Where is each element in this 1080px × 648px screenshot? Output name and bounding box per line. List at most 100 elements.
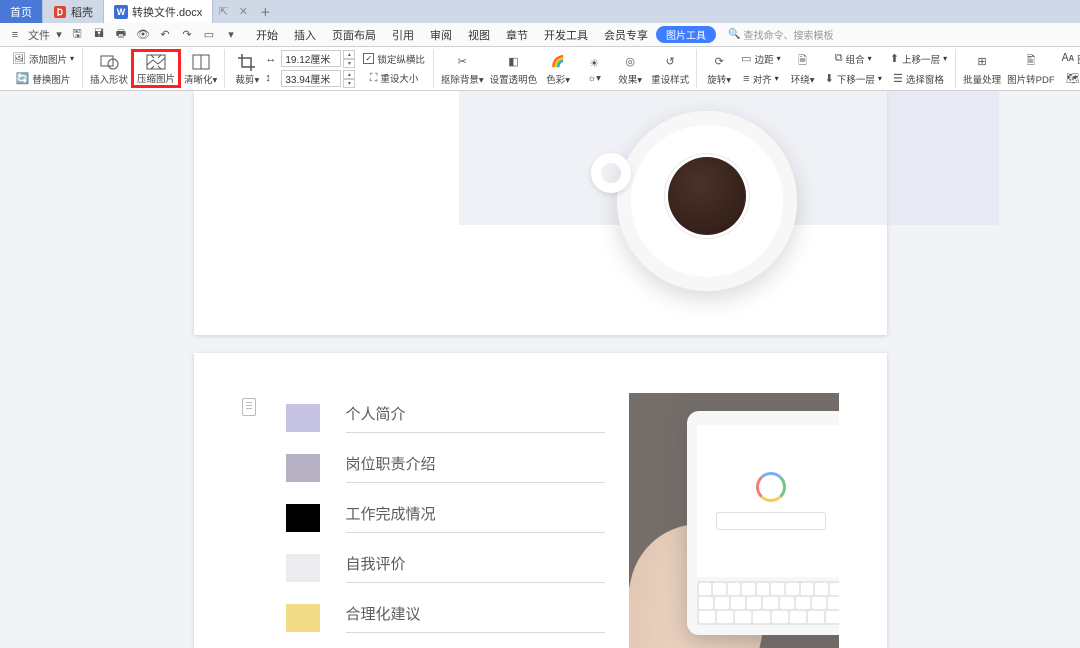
- menu-layout[interactable]: 页面布局: [324, 23, 384, 47]
- remove-bg-label: 抠除背景▾: [441, 72, 484, 86]
- pin-icon[interactable]: ⇱: [213, 0, 233, 23]
- rotate-button[interactable]: ⟳旋转▾: [701, 49, 737, 88]
- menu-insert[interactable]: 插入: [286, 23, 324, 47]
- list-item: 岗位职责介绍: [286, 443, 605, 493]
- group-icon: ⧉: [835, 49, 843, 69]
- file-menu[interactable]: 文件: [28, 26, 50, 44]
- palette-icon: 🌈: [551, 52, 565, 72]
- insert-shape-button[interactable]: 插入形状: [87, 49, 131, 88]
- ribbon: 🖼添加图片▾ 🔄替换图片 插入形状 压缩图片 清晰化▾ 裁剪▾ ↔ 19.12厘…: [0, 47, 1080, 91]
- add-image-button[interactable]: 🖼添加图片▾: [8, 49, 78, 69]
- width-icon: ↔: [265, 53, 279, 65]
- height-spinner[interactable]: ▴▾: [343, 70, 355, 87]
- tablet-photo: [629, 393, 839, 648]
- qat-more-icon[interactable]: ▾: [222, 26, 240, 44]
- up-layer-label: 上移一层: [902, 52, 940, 66]
- width-input[interactable]: 19.12厘米: [281, 50, 341, 67]
- wrap-button[interactable]: 🗎环绕▾: [785, 49, 821, 88]
- print-icon[interactable]: 🖶: [112, 26, 130, 44]
- close-tab-icon[interactable]: ✕: [233, 0, 253, 23]
- menu-section[interactable]: 章节: [498, 23, 536, 47]
- list-item: 2022 年工作计划: [286, 643, 605, 648]
- effect-button[interactable]: ◎效果▾: [612, 49, 648, 88]
- sharpen-button[interactable]: 清晰化▾: [181, 49, 220, 88]
- checkbox-checked-icon: ✓: [363, 53, 374, 64]
- compress-image-button[interactable]: 压缩图片: [131, 49, 181, 88]
- doke-icon: [53, 5, 67, 19]
- up-layer-button[interactable]: ⬆上移一层▾: [886, 49, 951, 69]
- doc-icon[interactable]: ▭: [200, 26, 218, 44]
- select-pane-icon: ☰: [893, 69, 903, 89]
- quick-access-toolbar: ≡ 文件 ▾ 🖫 🖬 🖶 👁 ↶ ↷ ▭ ▾: [6, 26, 240, 44]
- remove-bg-icon: ✂: [458, 52, 467, 72]
- shape-icon: [99, 52, 119, 72]
- menu-dev[interactable]: 开发工具: [536, 23, 596, 47]
- chevron-down-icon[interactable]: ▾: [54, 26, 64, 44]
- swatch: [286, 404, 320, 432]
- tab-document[interactable]: W 转换文件.docx: [104, 0, 213, 23]
- menu-member[interactable]: 会员专享: [596, 23, 656, 47]
- page-2: 个人简介 岗位职责介绍 工作完成情况 自我评价 合理化建议 2022 年工作计划: [194, 353, 887, 648]
- lock-ratio-label: 锁定纵横比: [377, 52, 425, 66]
- border-label: 边距: [755, 52, 774, 66]
- remove-bg-button[interactable]: ✂抠除背景▾: [438, 49, 487, 88]
- translate-icon: 🗺: [1066, 69, 1080, 89]
- width-spinner[interactable]: ▴▾: [343, 50, 355, 67]
- add-image-label: 添加图片: [29, 52, 67, 66]
- print-preview-icon[interactable]: 👁: [134, 26, 152, 44]
- reset-style-label: 重设样式: [651, 72, 689, 86]
- search-placeholder: 查找命令、搜索模板: [743, 27, 833, 42]
- lock-ratio-checkbox[interactable]: ✓锁定纵横比: [359, 49, 429, 68]
- menu-review[interactable]: 审阅: [422, 23, 460, 47]
- select-pane-label: 选择窗格: [906, 72, 944, 86]
- undo-icon[interactable]: ↶: [156, 26, 174, 44]
- sun-icon: ☀: [589, 53, 599, 73]
- sharpen-label: 清晰化▾: [184, 72, 217, 86]
- brightness-button[interactable]: ☀☼▾: [576, 49, 612, 88]
- effect-label: 效果▾: [618, 72, 642, 86]
- align-button[interactable]: ≡对齐▾: [737, 69, 784, 89]
- command-search[interactable]: 🔍 查找命令、搜索模板: [728, 27, 833, 42]
- up-layer-icon: ⬆: [890, 49, 899, 69]
- group-button[interactable]: ⧉组合▾: [821, 49, 886, 69]
- section-title: 个人简介: [346, 403, 605, 433]
- batch-button[interactable]: ⊞批量处理: [960, 49, 1004, 88]
- save-icon[interactable]: 🖫: [68, 26, 86, 44]
- menu-start[interactable]: 开始: [248, 23, 286, 47]
- menu-view[interactable]: 视图: [460, 23, 498, 47]
- redo-icon[interactable]: ↷: [178, 26, 196, 44]
- app-menu-icon[interactable]: ≡: [6, 26, 24, 44]
- height-input[interactable]: 33.94厘米: [281, 70, 341, 87]
- down-layer-button[interactable]: ⬇下移一层▾: [821, 69, 886, 89]
- tab-doke[interactable]: 稻壳: [43, 0, 104, 23]
- reset-size-button[interactable]: ⛶重设大小: [359, 68, 429, 88]
- color-button[interactable]: 🌈色彩▾: [540, 49, 576, 88]
- border-icon: ▭: [741, 49, 751, 69]
- crop-button[interactable]: 裁剪▾: [229, 49, 265, 88]
- document-canvas[interactable]: 个人简介 岗位职责介绍 工作完成情况 自我评价 合理化建议 2022 年工作计划: [0, 91, 1080, 648]
- replace-image-button[interactable]: 🔄替换图片: [8, 69, 78, 89]
- compress-icon: [144, 52, 168, 71]
- translate-button[interactable]: 🗺图片翻译: [1058, 69, 1080, 89]
- ocr-icon: 🗛: [1062, 49, 1074, 69]
- set-transparent-button[interactable]: ◧设置透明色: [487, 49, 541, 88]
- svg-text:W: W: [117, 7, 126, 17]
- word-icon: W: [114, 5, 128, 19]
- select-pane-button[interactable]: ☰选择窗格: [886, 69, 951, 89]
- rotate-label: 旋转▾: [707, 72, 731, 86]
- save-as-icon[interactable]: 🖬: [90, 26, 108, 44]
- to-pdf-button[interactable]: 🖺图片转PDF: [1004, 49, 1058, 88]
- border-button[interactable]: ▭边距▾: [737, 49, 784, 69]
- reset-style-button[interactable]: ↺重设样式: [648, 49, 692, 88]
- to-text-button[interactable]: 🗛图片转文字: [1058, 49, 1080, 69]
- replace-image-label: 替换图片: [32, 72, 70, 86]
- align-icon: ≡: [743, 69, 749, 89]
- menu-ref[interactable]: 引用: [384, 23, 422, 47]
- batch-icon: ⊞: [978, 52, 987, 72]
- swatch: [286, 604, 320, 632]
- new-tab-button[interactable]: ＋: [253, 0, 277, 23]
- menu-picture-tools[interactable]: 图片工具: [656, 26, 716, 43]
- tab-home[interactable]: 首页: [0, 0, 43, 23]
- menu-bar: ≡ 文件 ▾ 🖫 🖬 🖶 👁 ↶ ↷ ▭ ▾ 开始 插入 页面布局 引用 审阅 …: [0, 23, 1080, 47]
- batch-label: 批量处理: [963, 72, 1001, 86]
